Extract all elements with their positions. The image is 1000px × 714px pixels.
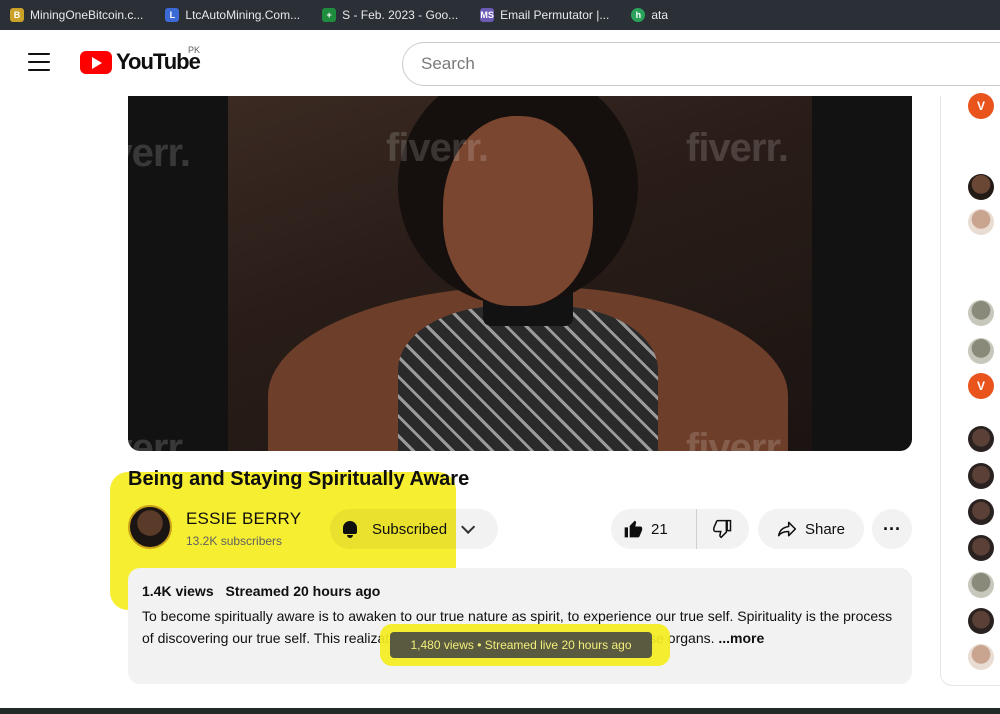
avatar[interactable] [968, 174, 994, 200]
more-dots-icon: ··· [883, 518, 901, 539]
avatar[interactable] [968, 499, 994, 525]
thumbs-up-icon [624, 520, 643, 538]
like-count: 21 [651, 520, 668, 538]
avatar[interactable] [968, 535, 994, 561]
country-code: PK [188, 45, 201, 55]
subscribed-label: Subscribed [372, 520, 448, 538]
search-input[interactable] [421, 54, 1000, 74]
avatar[interactable]: V [968, 93, 994, 119]
channel-avatar[interactable] [128, 505, 172, 549]
avatar[interactable] [968, 300, 994, 326]
ata-favicon-icon: h [631, 8, 646, 22]
avatar[interactable]: V [968, 373, 994, 399]
masthead: YouTube PK [0, 30, 1000, 96]
email-permutator-favicon-icon: MS [480, 8, 495, 22]
watermark-text: fiverr. [128, 426, 191, 451]
avatar[interactable] [968, 209, 994, 235]
avatar[interactable] [968, 644, 994, 670]
bookmark-label: MiningOneBitcoin.c... [30, 8, 144, 22]
bookmark-label: LtcAutoMining.Com... [185, 8, 301, 22]
subscriber-count: 13.2K subscribers [186, 534, 283, 548]
subscribed-button[interactable]: Subscribed [330, 509, 498, 549]
bookmark-label: ata [651, 8, 669, 22]
watermark-text: fiverr. [686, 126, 789, 170]
bookmarks-bar: B MiningOneBitcoin.c... L LtcAutoMining.… [0, 0, 1000, 30]
avatar[interactable] [968, 426, 994, 452]
menu-icon[interactable] [28, 53, 50, 71]
share-button[interactable]: Share [758, 509, 864, 549]
youtube-play-icon [80, 50, 112, 74]
watermark-text: fiverr. [128, 131, 191, 175]
bookmark-label: Email Permutator |... [500, 8, 610, 22]
bookmark-ltc[interactable]: L LtcAutoMining.Com... [165, 8, 300, 22]
watermark-text: fiverr. [686, 426, 789, 451]
like-dislike-group: 21 [611, 509, 749, 549]
channel-name[interactable]: ESSIE BERRY [186, 509, 301, 529]
avatar[interactable] [968, 608, 994, 634]
share-arrow-icon [777, 521, 797, 537]
streamed-time: Streamed 20 hours ago [225, 583, 381, 599]
watermark-text: fiverr. [386, 126, 489, 170]
thumbs-down-icon [713, 519, 732, 539]
avatar[interactable] [968, 338, 994, 364]
bell-icon [340, 519, 360, 539]
bookmark-sheets[interactable]: + S - Feb. 2023 - Goo... [322, 8, 458, 22]
views-tooltip: 1,480 views • Streamed live 20 hours ago [390, 632, 652, 658]
ltc-favicon-icon: L [165, 8, 180, 22]
more-link[interactable]: ...more [718, 630, 764, 646]
more-actions-button[interactable]: ··· [872, 509, 912, 549]
bookmark-email-permutator[interactable]: MS Email Permutator |... [480, 8, 609, 22]
bookmark-label: S - Feb. 2023 - Goo... [342, 8, 459, 22]
sheets-favicon-icon: + [322, 8, 337, 22]
view-count: 1.4K views [142, 583, 214, 599]
chevron-down-icon [461, 519, 476, 534]
bookmark-mining[interactable]: B MiningOneBitcoin.c... [10, 8, 143, 22]
description-meta: 1.4K views Streamed 20 hours ago [142, 583, 388, 599]
share-label: Share [804, 520, 846, 538]
mining-favicon-icon: B [10, 8, 24, 22]
avatar[interactable] [968, 463, 994, 489]
avatar[interactable] [968, 572, 994, 598]
bookmark-ata[interactable]: h ata [631, 8, 668, 22]
dislike-button[interactable] [697, 509, 749, 549]
youtube-logo[interactable]: YouTube PK [80, 45, 201, 75]
taskbar-edge [0, 708, 1000, 714]
like-button[interactable]: 21 [611, 509, 697, 549]
video-title: Being and Staying Spiritually Aware [128, 468, 470, 490]
video-player[interactable]: fiverr. fiverr. fiverr. fiverr. fiverr. [128, 96, 912, 451]
search-box [402, 42, 1000, 86]
